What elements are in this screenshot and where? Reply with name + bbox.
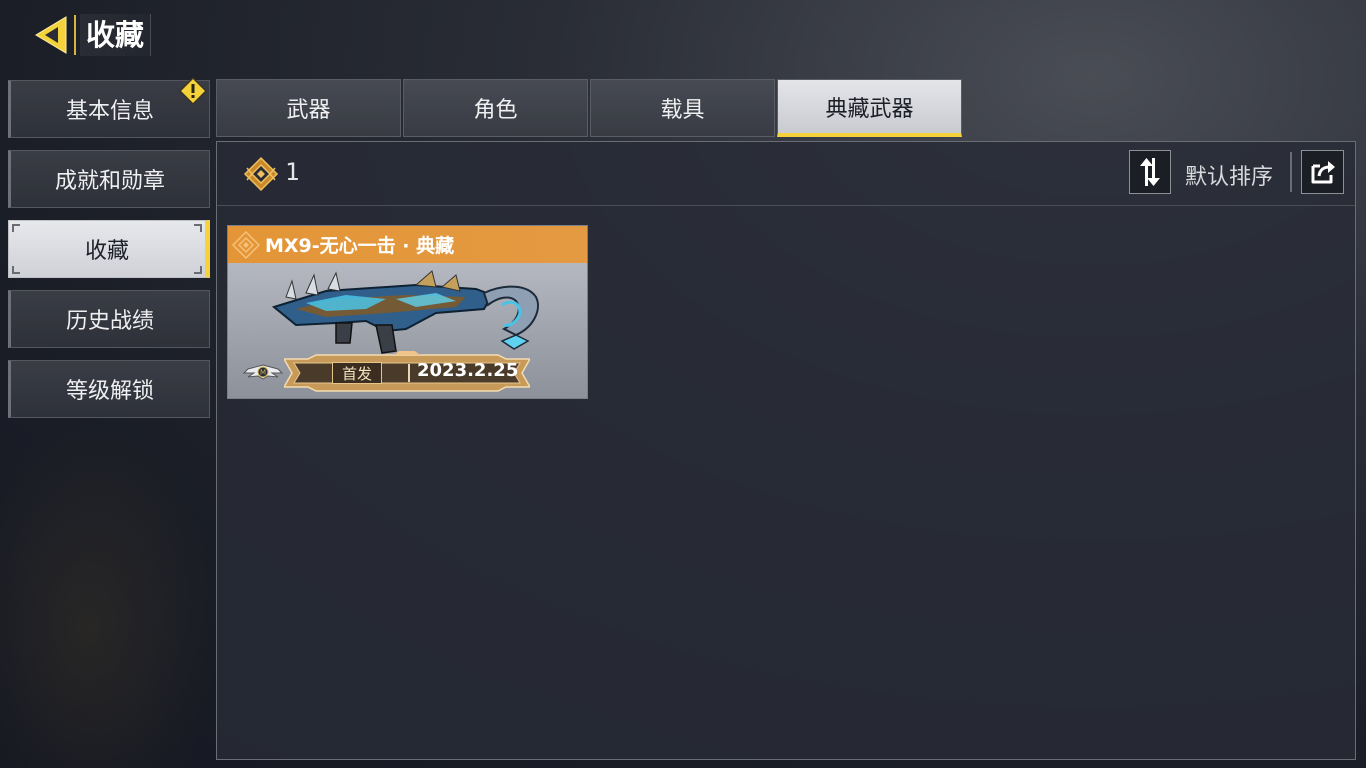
back-arrow-icon [35, 16, 67, 54]
weapon-preview: M 首发 2023.2.25 [228, 263, 587, 398]
corner-mark [194, 224, 202, 232]
tab-legendary-weapons[interactable]: 典藏武器 [777, 79, 962, 137]
page-header: 收藏 [30, 12, 152, 58]
tab-bar: 武器 角色 载具 典藏武器 [216, 79, 964, 137]
tab-weapons[interactable]: 武器 [216, 79, 401, 137]
first-release-tag: 首发 [332, 362, 382, 384]
header-divider [74, 15, 76, 55]
sidebar-item-label: 基本信息 [65, 99, 154, 124]
panel-header: 1 默认排序 [217, 142, 1355, 206]
sidebar-item-label: 等级解锁 [65, 379, 154, 404]
sidebar-item-collection[interactable]: 收藏 [8, 220, 210, 278]
legendary-badge-icon [231, 230, 261, 259]
warning-icon [179, 77, 207, 105]
sidebar-item-history[interactable]: 历史战绩 [8, 290, 210, 348]
corner-mark [12, 266, 20, 274]
corner-mark [12, 224, 20, 232]
release-date: 2023.2.25 [417, 360, 519, 381]
background-glow [0, 420, 220, 768]
sort-order-button[interactable] [1129, 150, 1171, 194]
header-separator [1290, 152, 1292, 192]
ribbon-separator [408, 364, 410, 382]
collection-count: 1 [285, 158, 300, 186]
page-title: 收藏 [80, 14, 152, 56]
card-title: MX9-无心一击 · 典藏 [265, 235, 455, 257]
corner-mark [194, 266, 202, 274]
sidebar-item-label: 收藏 [84, 239, 129, 264]
sidebar-item-label: 成就和勋章 [54, 169, 165, 194]
sidebar-item-basic-info[interactable]: 基本信息 [8, 77, 210, 138]
weapon-card[interactable]: MX9-无心一击 · 典藏 M 首发 2023.2.25 [227, 225, 588, 399]
card-titlebar: MX9-无心一击 · 典藏 [228, 226, 587, 263]
tab-characters[interactable]: 角色 [403, 79, 588, 137]
sort-arrows-icon [1140, 158, 1160, 186]
legendary-emblem-icon [243, 156, 279, 192]
share-icon [1311, 161, 1335, 184]
tab-vehicles[interactable]: 载具 [590, 79, 775, 137]
svg-text:M: M [260, 369, 266, 377]
sort-label[interactable]: 默认排序 [1185, 159, 1273, 191]
share-button[interactable] [1301, 150, 1344, 194]
sidebar-item-label: 历史战绩 [65, 309, 154, 334]
sidebar-item-achievements[interactable]: 成就和勋章 [8, 150, 210, 208]
collection-panel: 1 默认排序 MX9-无心一击 · 典藏 M 首发 2023.2.25 [216, 141, 1356, 760]
wings-emblem-icon: M [242, 364, 284, 380]
sidebar-item-level-unlock[interactable]: 等级解锁 [8, 360, 210, 418]
sidebar: 基本信息 成就和勋章 收藏 历史战绩 等级解锁 [8, 77, 210, 430]
back-button[interactable] [30, 12, 70, 58]
